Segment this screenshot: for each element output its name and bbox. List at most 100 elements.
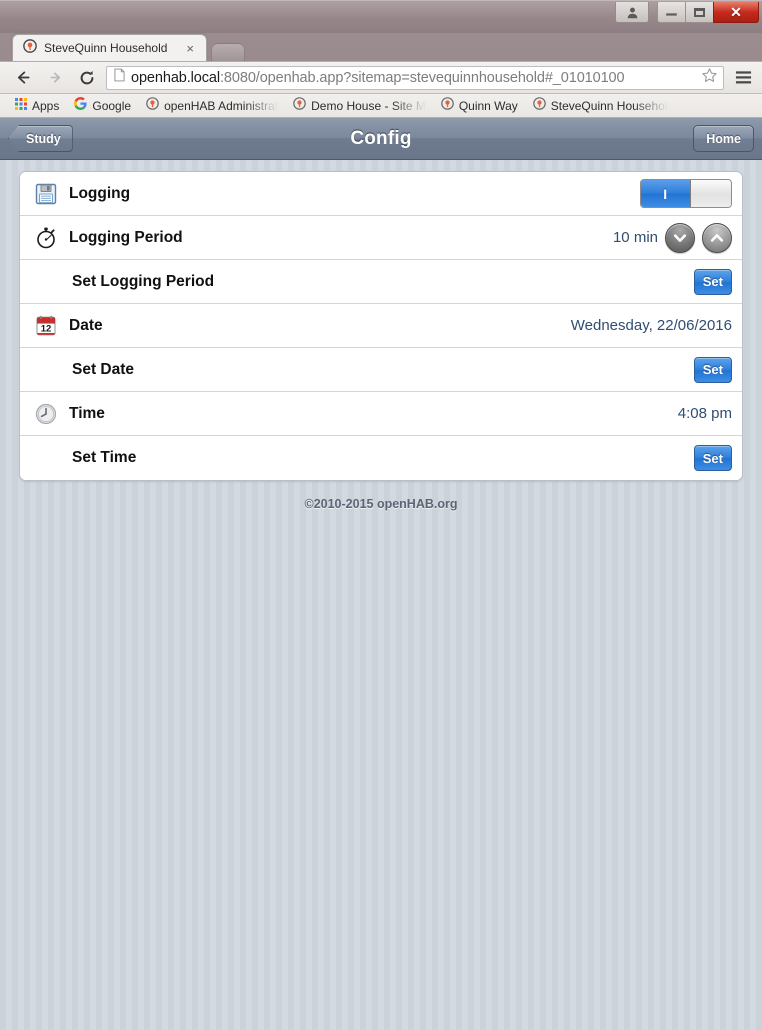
list-item-set-logging-period[interactable]: Set Logging Period Set — [20, 260, 742, 304]
bookmark-label: Apps — [32, 99, 59, 113]
stopwatch-icon — [31, 226, 61, 250]
app-header: Study Config Home — [0, 118, 762, 160]
set-time-button[interactable]: Set — [694, 445, 732, 471]
list-item-control: 4:08 pm — [678, 405, 732, 422]
list-item-label: Set Logging Period — [72, 273, 214, 291]
browser-toolbar: openhab.local:8080/openhab.app?sitemap=s… — [0, 61, 762, 94]
logging-period-value: 10 min — [613, 229, 658, 246]
minimize-button[interactable] — [657, 2, 686, 23]
forward-button[interactable] — [42, 65, 68, 91]
user-profile-button[interactable] — [615, 2, 649, 23]
bookmark-label: Google — [92, 99, 131, 113]
tab-close-icon[interactable]: × — [184, 42, 196, 55]
floppy-disk-icon — [31, 182, 61, 206]
hamburger-menu-icon — [735, 70, 752, 85]
google-icon — [74, 97, 87, 115]
bookmarks-bar: Apps Google openHAB Admin — [0, 94, 762, 118]
list-item-set-date[interactable]: Set Date Set — [20, 348, 742, 392]
list-item-label: Logging — [69, 185, 130, 203]
calendar-icon: 12 — [31, 315, 61, 337]
browser-tab[interactable]: SteveQuinn Household × — [12, 34, 207, 61]
svg-text:12: 12 — [41, 323, 52, 334]
bookmark-label: SteveQuinn Househol — [551, 99, 668, 113]
config-list: Logging I — [19, 171, 743, 481]
bookmark-google[interactable]: Google — [68, 96, 137, 116]
back-button-label: Study — [26, 132, 61, 146]
page-viewport: Study Config Home — [0, 118, 762, 1030]
list-item-label: Set Date — [72, 361, 134, 379]
bookmark-label: Quinn Way — [459, 99, 518, 113]
decrement-button[interactable] — [665, 223, 695, 253]
list-item-control: Set — [694, 269, 732, 295]
date-value: Wednesday, 22/06/2016 — [571, 317, 732, 334]
browser-menu-button[interactable] — [730, 65, 756, 91]
bookmark-quinn-way[interactable]: Quinn Way — [435, 96, 524, 116]
set-date-button[interactable]: Set — [694, 357, 732, 383]
forward-arrow-icon — [47, 69, 64, 86]
apps-grid-icon — [15, 97, 27, 115]
maximize-button[interactable] — [685, 2, 714, 23]
toggle-on-label: I — [641, 180, 691, 207]
home-button-label: Home — [706, 132, 741, 146]
back-to-study-button[interactable]: Study — [8, 125, 73, 152]
bookmark-demo-house[interactable]: Demo House - Site M — [287, 96, 432, 116]
openhab-icon — [293, 97, 306, 115]
list-item-logging[interactable]: Logging I — [20, 172, 742, 216]
bookmark-stevequinn-household[interactable]: SteveQuinn Househol — [527, 96, 674, 116]
bookmark-label: openHAB Administrat — [164, 99, 278, 113]
title-bar: ✕ — [0, 0, 762, 33]
time-value: 4:08 pm — [678, 405, 732, 422]
chevron-down-icon — [672, 230, 688, 246]
bookmark-star-icon[interactable] — [701, 67, 719, 89]
new-tab-button[interactable] — [211, 43, 245, 61]
address-bar[interactable]: openhab.local:8080/openhab.app?sitemap=s… — [106, 66, 724, 90]
list-item-logging-period[interactable]: Logging Period 10 min — [20, 216, 742, 260]
openhab-icon — [441, 97, 454, 115]
page-document-icon — [114, 68, 125, 87]
list-item-control: Set — [694, 357, 732, 383]
url-path: :8080/openhab.app?sitemap=stevequinnhous… — [220, 70, 625, 86]
app-footer: ©2010-2015 openHAB.org — [19, 481, 743, 511]
minimize-icon — [666, 13, 677, 16]
logging-toggle[interactable]: I — [640, 179, 732, 208]
page-title: Config — [0, 128, 762, 150]
list-item-date[interactable]: 12 Date Wednesday, 22/06/2016 — [20, 304, 742, 348]
openhab-icon — [23, 39, 37, 58]
bookmark-label: Demo House - Site M — [311, 99, 426, 113]
increment-button[interactable] — [702, 223, 732, 253]
openhab-icon — [146, 97, 159, 115]
app-body: Logging I — [0, 160, 762, 511]
close-icon: ✕ — [730, 5, 742, 19]
maximize-icon — [694, 8, 705, 17]
list-item-label: Logging Period — [69, 229, 183, 247]
back-button[interactable] — [10, 65, 36, 91]
list-item-time[interactable]: Time 4:08 pm — [20, 392, 742, 436]
list-item-label: Time — [69, 405, 105, 423]
list-item-control: Wednesday, 22/06/2016 — [571, 317, 732, 334]
user-icon — [626, 6, 639, 19]
bookmark-openhab-administration[interactable]: openHAB Administrat — [140, 96, 284, 116]
url-host: openhab.local — [131, 70, 220, 86]
bookmark-apps[interactable]: Apps — [9, 96, 65, 116]
browser-window: ✕ SteveQuinn Household × — [0, 0, 762, 1025]
window-controls: ✕ — [615, 2, 759, 23]
set-logging-period-button[interactable]: Set — [694, 269, 732, 295]
list-item-label: Date — [69, 317, 103, 335]
tab-strip: SteveQuinn Household × — [0, 33, 762, 61]
back-arrow-icon — [15, 69, 32, 86]
list-item-label: Set Time — [72, 449, 136, 467]
list-item-set-time[interactable]: Set Time Set — [20, 436, 742, 480]
clock-icon — [31, 402, 61, 426]
home-button[interactable]: Home — [693, 125, 754, 152]
toggle-knob — [691, 180, 732, 207]
list-item-control: I — [640, 179, 732, 208]
list-item-control: 10 min — [613, 223, 732, 253]
reload-icon — [78, 69, 96, 87]
close-button[interactable]: ✕ — [713, 2, 759, 23]
chevron-up-icon — [709, 230, 725, 246]
url-text: openhab.local:8080/openhab.app?sitemap=s… — [131, 70, 695, 86]
list-item-control: Set — [694, 445, 732, 471]
reload-button[interactable] — [74, 65, 100, 91]
openhab-icon — [533, 97, 546, 115]
tab-title: SteveQuinn Household — [44, 41, 177, 55]
